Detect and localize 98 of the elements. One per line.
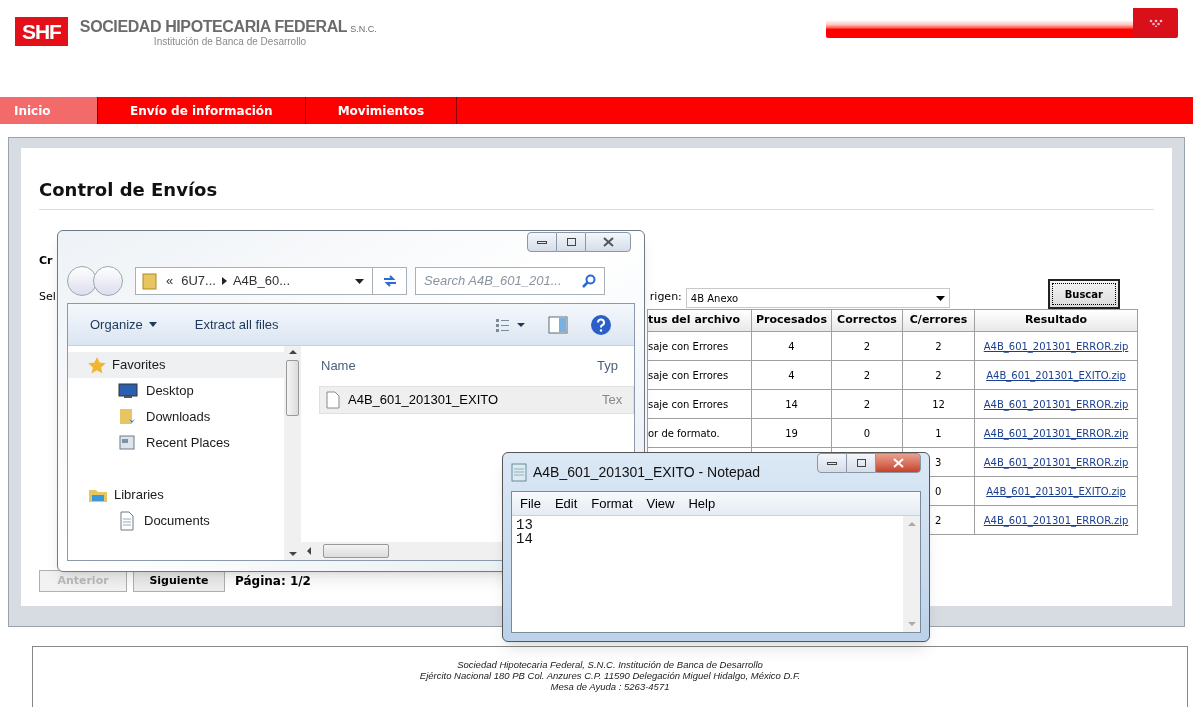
text-file-icon [326,391,340,409]
table-cell: 2 [935,340,942,352]
monitor-icon [118,383,138,399]
vertical-scrollbar[interactable] [903,516,920,632]
form-label: Cr [39,254,53,267]
table-cell: 3 [935,456,942,468]
toolbar-button[interactable]: Extract all files [194,314,279,335]
table-cell: 4 [751,360,832,390]
column-header: Resultado [974,309,1138,332]
menu-item[interactable]: Format [591,493,633,514]
scroll-left-icon [307,547,311,555]
close-icon [892,458,904,468]
search-icon [582,274,596,288]
folder-icon [118,408,138,426]
table-cell: 12 [932,398,945,410]
minimize-button[interactable] [527,232,557,252]
table-cell: saje con Errores [647,360,752,390]
organization-name: SOCIEDAD HIPOTECARIA FEDERAL [79,17,348,37]
text-area[interactable]: 13 14 [512,516,903,632]
document-icon [118,511,136,531]
column-header[interactable]: Name [321,356,597,376]
column-header: C/errores [902,309,975,332]
table-cell: 1 [935,427,942,439]
table-cell: 2 [831,331,903,361]
nav-item[interactable]: Recent Places [68,430,284,456]
dots-icon [1148,19,1163,27]
menu-item[interactable]: Edit [554,493,578,514]
next-button[interactable]: Siguiente [133,570,225,592]
column-header: Procesados [751,309,832,332]
nav-item[interactable]: Downloads [68,404,284,430]
scroll-thumb[interactable] [323,544,389,558]
nav-group[interactable]: Libraries [68,482,284,508]
minimize-button[interactable] [817,453,847,473]
breadcrumb-item[interactable]: 6U7... [181,271,216,291]
breadcrumb-overflow: « [166,272,174,291]
maximize-button[interactable] [557,232,585,252]
column-header: Correctos [831,309,903,332]
table-cell: saje con Errores [647,389,752,419]
footer-text: Sociedad Hipotecaria Federal, S.N.C. Institución de Banca de Desarrollo [457,659,763,670]
table-cell: 2 [935,369,942,381]
menu-item[interactable]: File [520,493,541,514]
origin-select[interactable]: 4B Anexo [685,288,950,308]
view-options-icon[interactable] [496,317,526,332]
nav-tab[interactable]: Envío de información [98,97,306,124]
footer-text: Mesa de Ayuda : 5263-4571 [550,681,670,692]
dropdown-icon [355,278,364,284]
vertical-scrollbar[interactable] [284,346,301,560]
scroll-up-icon [907,522,916,526]
table-cell: 0 [831,418,903,448]
table-cell: or de formato. [647,418,752,448]
origin-label: rigen: [649,288,682,305]
dropdown-icon [935,295,945,301]
file-row[interactable]: A4B_601_201301_EXITO Tex [319,386,634,414]
close-button[interactable] [585,232,631,252]
column-header: tus del archivo [647,309,752,332]
star-icon [88,356,106,374]
organization-tagline: Institución de Banca de Desarrollo [153,37,308,47]
breadcrumb-item[interactable]: A4B_60... [232,271,291,291]
nav-group[interactable]: Favorites [68,352,284,378]
table-cell: saje con Errores [647,331,752,361]
table-cell: 4 [751,331,832,361]
table-cell: 2 [831,360,903,390]
nav-item[interactable]: Desktop [68,378,284,404]
scroll-down-icon [907,622,916,626]
organize-menu[interactable]: Organize [90,314,157,335]
nav-item[interactable]: Documents [68,508,284,534]
table-cell: 2 [831,389,903,419]
help-icon[interactable] [590,313,612,336]
page-indicator: Página: 1/2 [235,573,311,590]
menu-item[interactable]: Help [688,493,716,514]
page-title: Control de Envíos [39,179,218,200]
search-button[interactable]: Buscar [1047,279,1120,309]
notepad-icon [511,462,527,482]
organization-suffix: S.N.C. [350,23,377,36]
scroll-down-icon [288,552,297,556]
folder-icon [88,487,108,503]
window-title: A4B_601_201301_EXITO - Notepad [533,462,761,482]
column-header[interactable]: Typ [597,356,618,376]
address-bar[interactable]: « 6U7... A4B_60... [135,267,407,295]
chevron-icon [221,277,227,285]
scroll-up-icon [288,350,297,354]
menu-item[interactable]: View [646,493,675,514]
footer-text: Ejército Nacional 180 PB Col. Anzures C.P. 11590 Delegación Miguel Hidalgo, México D.F. [419,670,801,681]
close-icon [602,237,614,247]
form-label: Sel [39,288,56,305]
close-button[interactable] [875,453,921,473]
scroll-thumb[interactable] [286,360,299,416]
folder-icon [142,272,158,290]
refresh-icon[interactable] [381,274,398,288]
maximize-button[interactable] [847,453,875,473]
caret-icon [148,322,157,327]
table-cell: 19 [751,418,832,448]
recent-places-icon [118,434,138,452]
nav-tab[interactable]: Movimientos [305,97,458,124]
table-cell: 14 [751,389,832,419]
logo: SHF [15,17,68,46]
table-cell: 2 [935,514,942,526]
table-cell: 0 [935,485,942,497]
